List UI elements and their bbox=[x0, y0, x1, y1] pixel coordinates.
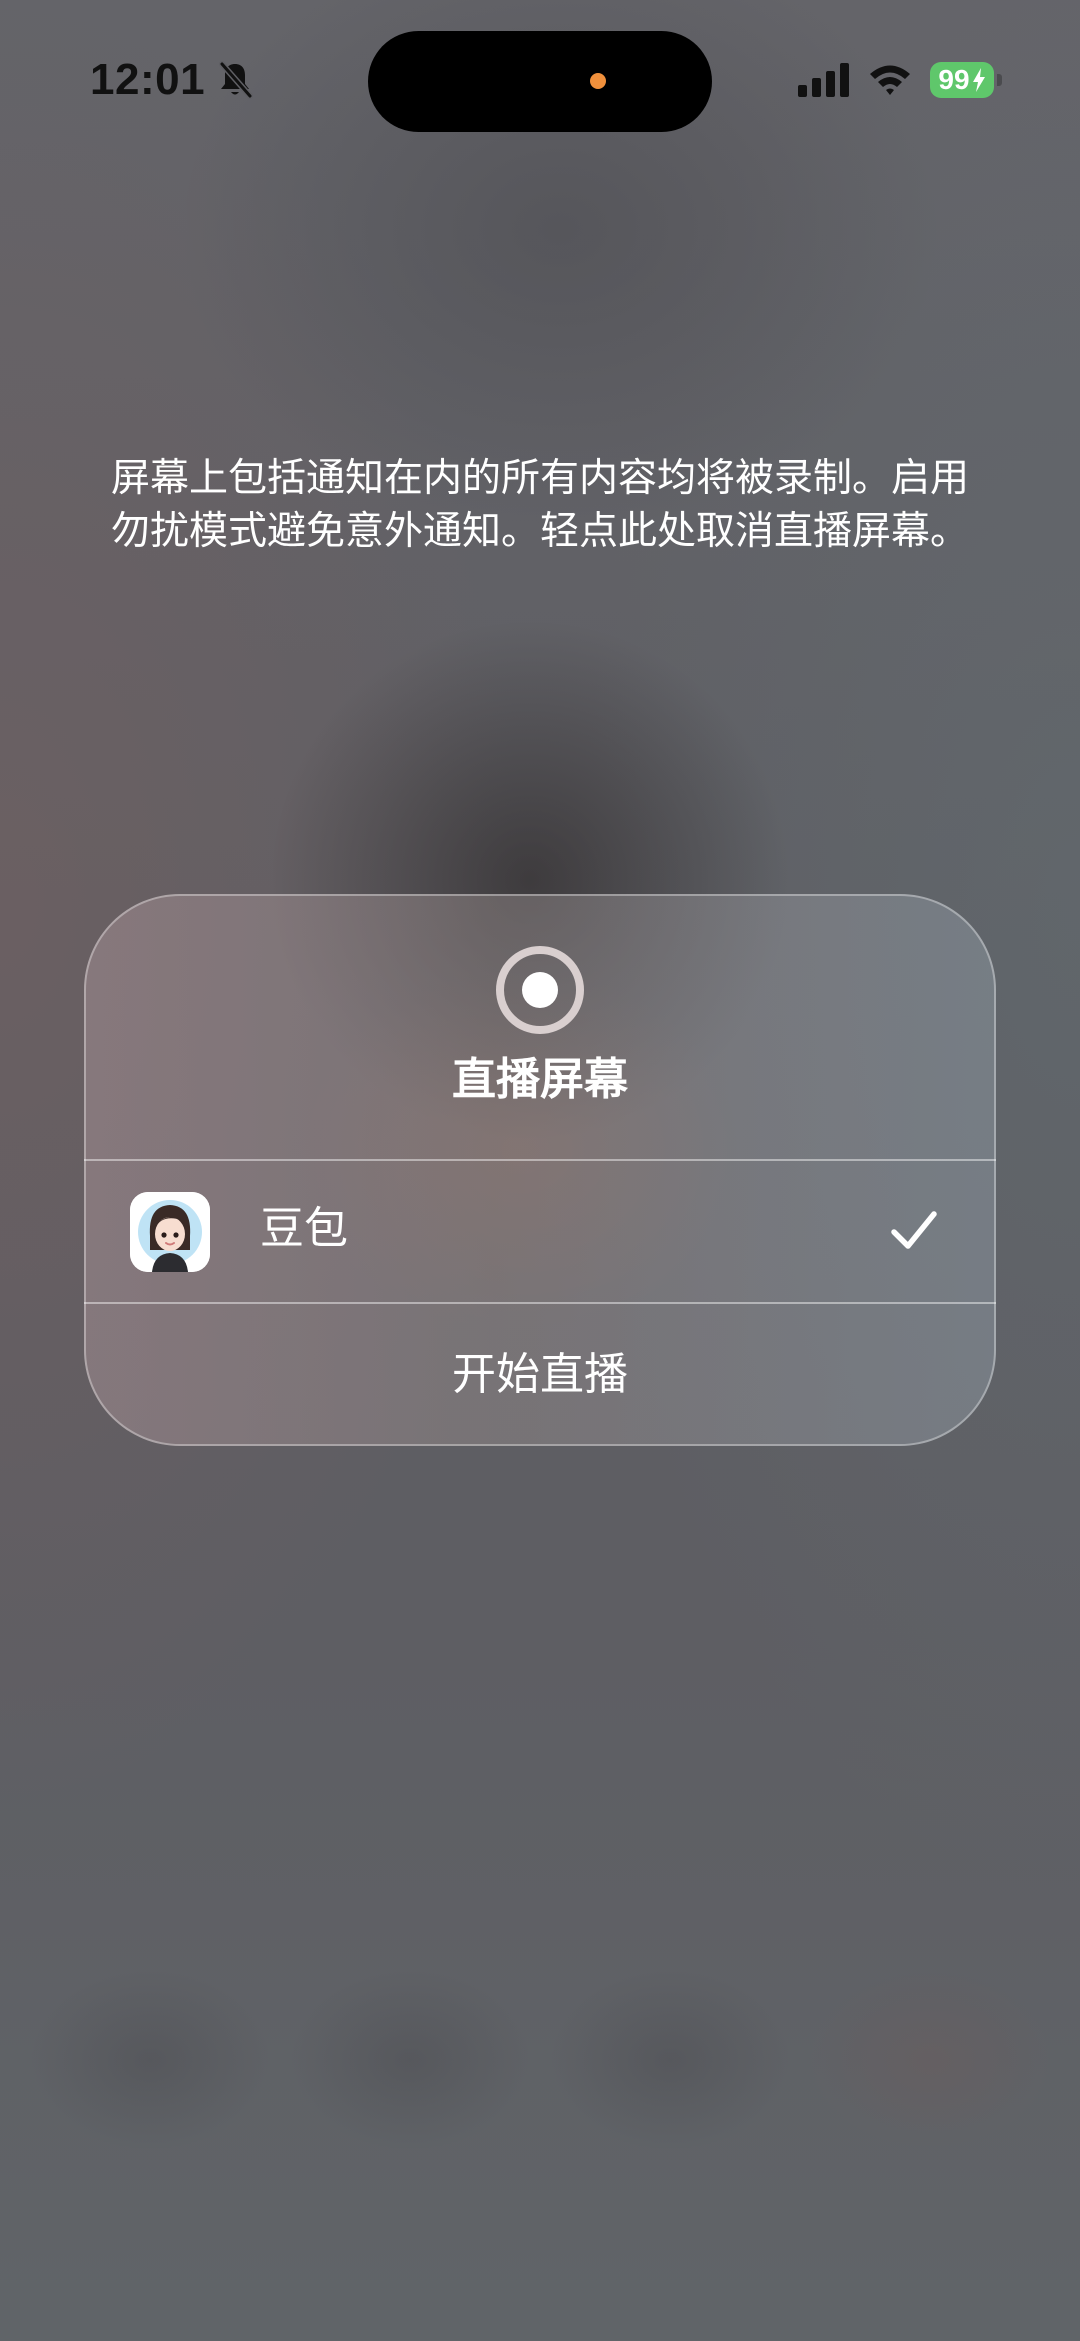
dynamic-island bbox=[368, 31, 712, 132]
broadcast-header: 直播屏幕 bbox=[84, 894, 996, 1159]
status-bar: 12:01 99 bbox=[0, 0, 1080, 160]
battery-indicator: 99 bbox=[930, 62, 1002, 98]
recording-notice[interactable]: 屏幕上包括通知在内的所有内容均将被录制。启用勿扰模式避免意外通知。轻点此处取消直… bbox=[100, 452, 980, 558]
app-name: 豆包 bbox=[260, 1203, 348, 1254]
broadcast-title: 直播屏幕 bbox=[452, 1054, 628, 1105]
status-time: 12:01 bbox=[90, 55, 206, 104]
app-option-doubao[interactable]: 豆包 bbox=[84, 1161, 996, 1302]
cellular-signal-icon bbox=[798, 63, 850, 97]
wifi-icon bbox=[868, 63, 912, 97]
checkmark-icon bbox=[888, 1205, 940, 1257]
start-broadcast-label: 开始直播 bbox=[452, 1349, 628, 1400]
battery-body: 99 bbox=[930, 62, 994, 98]
status-left: 12:01 bbox=[90, 50, 254, 110]
battery-cap bbox=[997, 74, 1002, 86]
recording-indicator-dot bbox=[590, 73, 606, 89]
status-right: 99 bbox=[798, 56, 1002, 104]
start-broadcast-button[interactable]: 开始直播 bbox=[84, 1304, 996, 1446]
bolt-icon bbox=[972, 68, 986, 92]
battery-level: 99 bbox=[938, 64, 970, 95]
screen-record-icon bbox=[494, 944, 586, 1036]
doubao-app-icon bbox=[130, 1192, 210, 1272]
bell-slash-icon bbox=[217, 60, 254, 100]
broadcast-picker-card: 直播屏幕 豆包 开始直播 bbox=[84, 894, 996, 1446]
